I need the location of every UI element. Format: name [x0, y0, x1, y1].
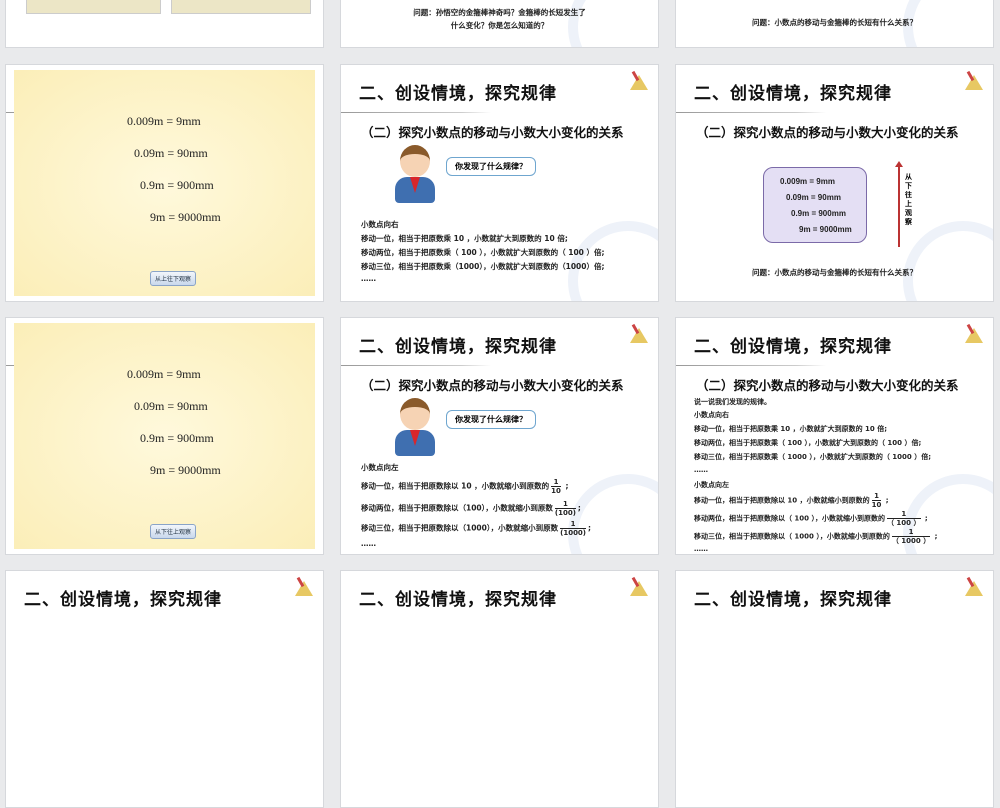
watermark-icon: [903, 221, 993, 301]
logo-icon: [628, 324, 648, 344]
slide-thumbnail-10[interactable]: 二、创设情境，探究规律: [5, 570, 324, 808]
slide-thumbnail-12[interactable]: 二、创设情境，探究规律: [675, 570, 994, 808]
fraction: 1 (1000): [560, 520, 587, 537]
equation: 0.009m = 9mm: [127, 114, 201, 128]
text-line: ……: [361, 274, 376, 283]
slide-thumbnail-2[interactable]: 问题：孙悟空的金箍棒神奇吗？金箍棒的长短发生了 什么变化？你是怎么知道的？: [340, 0, 659, 48]
text-line: 移动三位，相当于把原数乘（1000），小数就扩大到原数的（1000）倍;: [361, 262, 605, 271]
text-line: ……: [694, 466, 708, 474]
slide-title: 二、创设情境，探究规律: [694, 84, 892, 104]
logo-icon: [628, 577, 648, 597]
fraction: 1 （ 100 ）: [887, 510, 921, 527]
fraction: 1 (100): [554, 500, 576, 517]
slide-thumbnail-9[interactable]: 二、创设情境，探究规律 （二）探究小数点的移动与小数大小变化的关系 说一说我们发…: [675, 317, 994, 555]
watermark-icon: [568, 474, 658, 554]
observe-button[interactable]: 从上往下观察: [150, 271, 197, 286]
text: 移动两位，相当于把原数除以（100），小数就缩小到原数: [361, 503, 553, 513]
speech-bubble: 你发现了什么规律？: [446, 410, 536, 429]
title-divider: [341, 365, 491, 366]
text-line: 移动两位，相当于把原数乘（ 100 ），小数就扩大到原数的（ 100 ）倍;: [694, 439, 922, 447]
logo-icon: [963, 577, 983, 597]
equation: 9m = 9000mm: [150, 210, 221, 224]
text: 移动一位，相当于把原数除以 10 ，小数就缩小到原数的: [694, 496, 870, 505]
question-text: 问题：小数点的移动与金箍棒的长短有什么关系？: [752, 18, 917, 27]
slide-subtitle: （二）探究小数点的移动与小数大小变化的关系: [361, 378, 624, 393]
slide-thumbnail-7[interactable]: 0.009m = 9mm 0.09m = 90mm 0.9m = 900mm 9…: [5, 317, 324, 555]
slide-thumbnail-5[interactable]: 二、创设情境，探究规律 （二）探究小数点的移动与小数大小变化的关系 你发现了什么…: [340, 64, 659, 302]
equation: 9m = 9000mm: [799, 225, 852, 234]
equation: 0.09m = 90mm: [134, 146, 208, 160]
logo-icon: [293, 577, 313, 597]
slide-title: 二、创设情境，探究规律: [359, 84, 557, 104]
text-line: 移动一位，相当于把原数除以 10 ，小数就缩小到原数的 1 10 ;: [694, 492, 889, 509]
title-divider: [676, 365, 826, 366]
question-text: 什么变化？你是怎么知道的？: [450, 21, 549, 30]
title-divider: [676, 112, 826, 113]
equation-panel: 0.009m = 9mm 0.09m = 90mm 0.9m = 900mm 9…: [14, 70, 315, 296]
boy-illustration: [393, 398, 437, 456]
equation: 0.09m = 90mm: [134, 399, 208, 413]
slide-subtitle: （二）探究小数点的移动与小数大小变化的关系: [361, 125, 624, 140]
slide-title: 二、创设情境，探究规律: [24, 590, 222, 610]
slide-title: 二、创设情境，探究规律: [694, 337, 892, 357]
slide-thumbnail-4[interactable]: 0.009m = 9mm 0.09m = 90mm 0.9m = 900mm 9…: [5, 64, 324, 302]
equation-box: 0.009m = 9mm 0.09m = 90mm 0.9m = 900mm 9…: [763, 167, 867, 243]
text-line: 移动三位，相当于把原数除以（1000），小数就缩小到原数 1 (1000);: [361, 520, 592, 537]
text-line: ……: [361, 539, 376, 548]
slide-thumbnail-1[interactable]: [5, 0, 324, 48]
text-line: 移动一位，相当于把原数乘 10 ，小数就扩大到原数的 10 倍;: [694, 425, 888, 433]
story-image: [26, 0, 161, 14]
equation: 0.9m = 900mm: [791, 209, 846, 218]
slide-title: 二、创设情境，探究规律: [359, 337, 557, 357]
question-text: 问题：孙悟空的金箍棒神奇吗？金箍棒的长短发生了: [413, 8, 586, 17]
up-arrow-icon: [895, 161, 903, 247]
slide-thumbnail-6[interactable]: 二、创设情境，探究规律 （二）探究小数点的移动与小数大小变化的关系 0.009m…: [675, 64, 994, 302]
text-line: 移动三位，相当于把原数乘（ 1000 ），小数就扩大到原数的（ 1000 ）倍;: [694, 453, 932, 461]
text: 移动三位，相当于把原数除以（1000），小数就缩小到原数: [361, 523, 559, 533]
equation: 0.9m = 900mm: [140, 431, 214, 445]
slide-thumbnail-11[interactable]: 二、创设情境，探究规律: [340, 570, 659, 808]
text-line: 小数点向左: [694, 481, 729, 489]
text-line: 移动三位，相当于把原数除以（ 1000 ），小数就缩小到原数的 1 （ 1000 ）…: [694, 528, 938, 545]
fraction: 1 （ 1000 ）: [891, 528, 931, 545]
text-line: 移动一位，相当于把原数除以 10 ，小数就缩小到原数的 1 10 ;: [361, 478, 569, 495]
slide-title: 二、创设情境，探究规律: [694, 590, 892, 610]
text-line: ……: [694, 545, 708, 553]
speech-bubble: 你发现了什么规律？: [446, 157, 536, 176]
slide-subtitle: （二）探究小数点的移动与小数大小变化的关系: [696, 378, 959, 393]
equation: 0.9m = 900mm: [140, 178, 214, 192]
title-divider: [341, 112, 491, 113]
text: 移动两位，相当于把原数除以（ 100 ），小数就缩小到原数的: [694, 514, 885, 523]
equation-panel: 0.009m = 9mm 0.09m = 90mm 0.9m = 900mm 9…: [14, 323, 315, 549]
logo-icon: [963, 324, 983, 344]
equation: 9m = 9000mm: [150, 463, 221, 477]
fraction: 1 10: [551, 478, 561, 495]
text: 移动一位，相当于把原数除以 10 ，小数就缩小到原数的: [361, 481, 550, 491]
slide-thumbnail-3[interactable]: 问题：小数点的移动与金箍棒的长短有什么关系？: [675, 0, 994, 48]
equation: 0.009m = 9mm: [127, 367, 201, 381]
equation: 0.09m = 90mm: [786, 193, 841, 202]
slide-subtitle: （二）探究小数点的移动与小数大小变化的关系: [696, 125, 959, 140]
text: 移动三位，相当于把原数除以（ 1000 ），小数就缩小到原数的: [694, 532, 890, 541]
fraction: 1 10: [871, 492, 882, 509]
text-line: 小数点向右: [694, 411, 729, 419]
equation: 0.009m = 9mm: [780, 177, 835, 186]
logo-icon: [628, 71, 648, 91]
question-text: 问题：小数点的移动与金箍棒的长短有什么关系？: [752, 268, 917, 277]
boy-illustration: [393, 145, 437, 203]
slide-title: 二、创设情境，探究规律: [359, 590, 557, 610]
logo-icon: [963, 71, 983, 91]
slide-thumbnail-8[interactable]: 二、创设情境，探究规律 （二）探究小数点的移动与小数大小变化的关系 你发现了什么…: [340, 317, 659, 555]
observe-button[interactable]: 从下往上观察: [150, 524, 197, 539]
vertical-label: 从下往上观察: [905, 173, 912, 226]
text-line: 移动两位，相当于把原数除以（100），小数就缩小到原数 1 (100);: [361, 500, 581, 517]
story-image: [171, 0, 311, 14]
text-line: 小数点向左: [361, 463, 399, 472]
text-line: 移动两位，相当于把原数除以（ 100 ），小数就缩小到原数的 1 （ 100 ） ;: [694, 510, 928, 527]
